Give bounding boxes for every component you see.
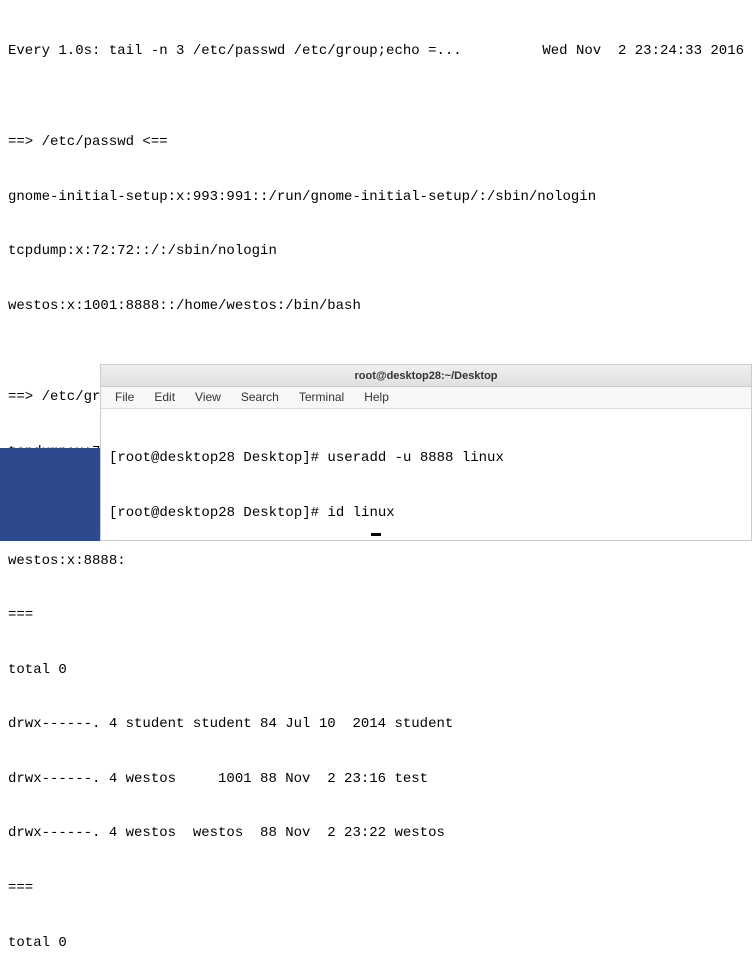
- bg-line: westos:x:1001:8888::/home/westos:/bin/ba…: [8, 297, 744, 315]
- bg-line: drwx------. 4 westos westos 88 Nov 2 23:…: [8, 824, 744, 842]
- watch-timestamp: Wed Nov 2 23:24:33 2016: [542, 42, 744, 60]
- menu-help[interactable]: Help: [356, 388, 397, 408]
- bg-line: westos:x:8888:: [8, 552, 744, 570]
- menubar: File Edit View Search Terminal Help: [101, 387, 751, 409]
- bg-line: total 0: [8, 661, 744, 679]
- bg-line: gnome-initial-setup:x:993:991::/run/gnom…: [8, 188, 744, 206]
- terminal-content[interactable]: [root@desktop28 Desktop]# useradd -u 888…: [101, 409, 751, 540]
- cursor-icon: [371, 533, 381, 536]
- bg-line: ===: [8, 879, 744, 897]
- bg-line: ==> /etc/passwd <==: [8, 133, 744, 151]
- bottom-edge: [0, 533, 752, 541]
- terminal-window: root@desktop28:~/Desktop File Edit View …: [100, 364, 752, 541]
- window-titlebar[interactable]: root@desktop28:~/Desktop: [101, 365, 751, 387]
- menu-edit[interactable]: Edit: [146, 388, 183, 408]
- menu-file[interactable]: File: [107, 388, 142, 408]
- desktop-background: [0, 448, 100, 541]
- bg-line: ===: [8, 606, 744, 624]
- bg-line: drwx------. 4 westos 1001 88 Nov 2 23:16…: [8, 770, 744, 788]
- menu-terminal[interactable]: Terminal: [291, 388, 352, 408]
- watch-command: Every 1.0s: tail -n 3 /etc/passwd /etc/g…: [8, 42, 462, 60]
- term-line: [root@desktop28 Desktop]# id linux: [109, 504, 743, 522]
- menu-search[interactable]: Search: [233, 388, 287, 408]
- menu-view[interactable]: View: [187, 388, 229, 408]
- bg-line: tcpdump:x:72:72::/:/sbin/nologin: [8, 242, 744, 260]
- term-line: [root@desktop28 Desktop]# useradd -u 888…: [109, 449, 743, 467]
- bg-line: drwx------. 4 student student 84 Jul 10 …: [8, 715, 744, 733]
- bg-line: total 0: [8, 934, 744, 952]
- window-title: root@desktop28:~/Desktop: [354, 370, 497, 382]
